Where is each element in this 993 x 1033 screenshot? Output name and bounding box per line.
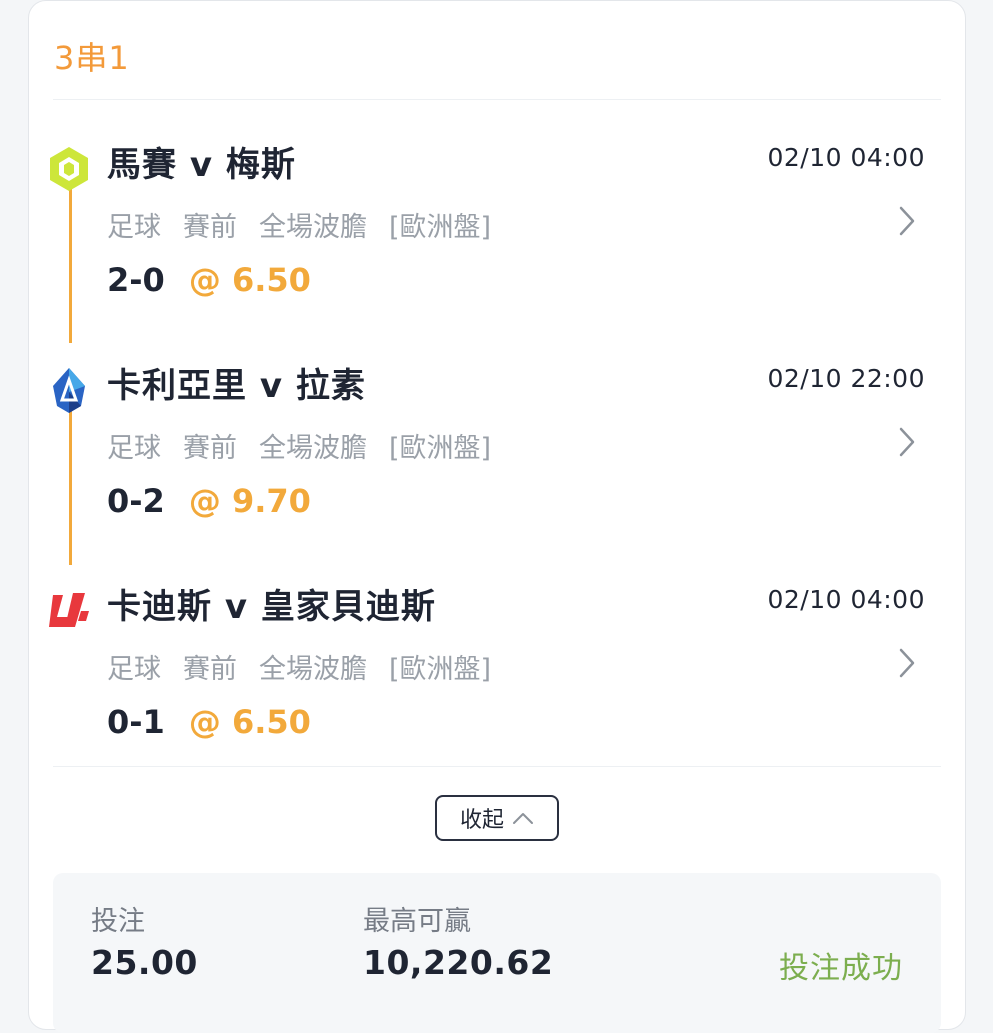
bet-leg[interactable]: 卡迪斯 v 皇家貝迪斯 02/10 04:00 足球 賽前 全場波膽 [歐洲盤]… bbox=[29, 571, 965, 761]
laliga-league-icon bbox=[49, 593, 89, 627]
bet-status: 投注成功 bbox=[779, 951, 903, 986]
bet-leg[interactable]: 馬賽 v 梅斯 02/10 04:00 足球 賽前 全場波膽 [歐洲盤] 2-0… bbox=[29, 129, 965, 319]
phase-label: 賽前 bbox=[183, 212, 237, 243]
selection-row: 2-0 @ 6.50 bbox=[107, 261, 311, 299]
phase-label: 賽前 bbox=[183, 433, 237, 464]
match-name: 卡迪斯 v 皇家貝迪斯 bbox=[107, 587, 436, 627]
max-win-value: 10,220.62 bbox=[363, 943, 554, 982]
bet-summary: 投注 25.00 最高可贏 10,220.62 投注成功 bbox=[53, 873, 941, 1033]
match-time: 02/10 22:00 bbox=[767, 364, 925, 393]
max-win-label: 最高可贏 bbox=[363, 906, 471, 937]
match-name: 馬賽 v 梅斯 bbox=[107, 145, 296, 185]
ligue1-league-icon bbox=[50, 147, 88, 191]
selection-odds: @ 6.50 bbox=[188, 703, 311, 741]
market-label: 全場波膽 bbox=[259, 654, 367, 685]
match-time: 02/10 04:00 bbox=[767, 143, 925, 172]
sport-label: 足球 bbox=[107, 212, 161, 243]
phase-label: 賽前 bbox=[183, 654, 237, 685]
selection-score: 0-2 bbox=[107, 482, 165, 520]
serie-a-league-icon bbox=[53, 368, 85, 413]
stake-label: 投注 bbox=[91, 906, 145, 937]
market-label: 全場波膽 bbox=[259, 212, 367, 243]
stake-value: 25.00 bbox=[91, 943, 198, 982]
collapse-label: 收起 bbox=[459, 808, 504, 833]
bet-meta: 足球 賽前 全場波膽 [歐洲盤] bbox=[107, 426, 491, 465]
chevron-right-icon[interactable] bbox=[891, 424, 921, 460]
market-label: 全場波膽 bbox=[259, 433, 367, 464]
selection-row: 0-2 @ 9.70 bbox=[107, 482, 311, 520]
selection-odds: @ 9.70 bbox=[188, 482, 311, 520]
odds-format-label: [歐洲盤] bbox=[389, 654, 492, 685]
sport-label: 足球 bbox=[107, 654, 161, 685]
odds-format-label: [歐洲盤] bbox=[389, 212, 492, 243]
header-divider bbox=[53, 99, 941, 100]
match-time: 02/10 04:00 bbox=[767, 585, 925, 614]
odds-format-label: [歐洲盤] bbox=[389, 433, 492, 464]
sport-label: 足球 bbox=[107, 433, 161, 464]
selection-score: 2-0 bbox=[107, 261, 165, 299]
bet-meta: 足球 賽前 全場波膽 [歐洲盤] bbox=[107, 647, 491, 686]
bet-leg[interactable]: 卡利亞里 v 拉素 02/10 22:00 足球 賽前 全場波膽 [歐洲盤] 0… bbox=[29, 350, 965, 540]
match-name: 卡利亞里 v 拉素 bbox=[107, 366, 366, 406]
chevron-right-icon[interactable] bbox=[891, 645, 921, 681]
parlay-type-label: 3串1 bbox=[54, 39, 130, 77]
chevron-right-icon[interactable] bbox=[891, 203, 921, 239]
chevron-up-icon bbox=[513, 813, 533, 824]
selection-odds: @ 6.50 bbox=[188, 261, 311, 299]
legs-divider bbox=[53, 766, 941, 767]
selection-score: 0-1 bbox=[107, 703, 165, 741]
selection-row: 0-1 @ 6.50 bbox=[107, 703, 311, 741]
bet-meta: 足球 賽前 全場波膽 [歐洲盤] bbox=[107, 205, 491, 244]
bet-card: 3串1 馬賽 v 梅斯 02/10 04:00 足球 賽前 全場波膽 [歐洲盤]… bbox=[28, 0, 966, 1033]
collapse-button[interactable]: 收起 bbox=[435, 795, 559, 841]
